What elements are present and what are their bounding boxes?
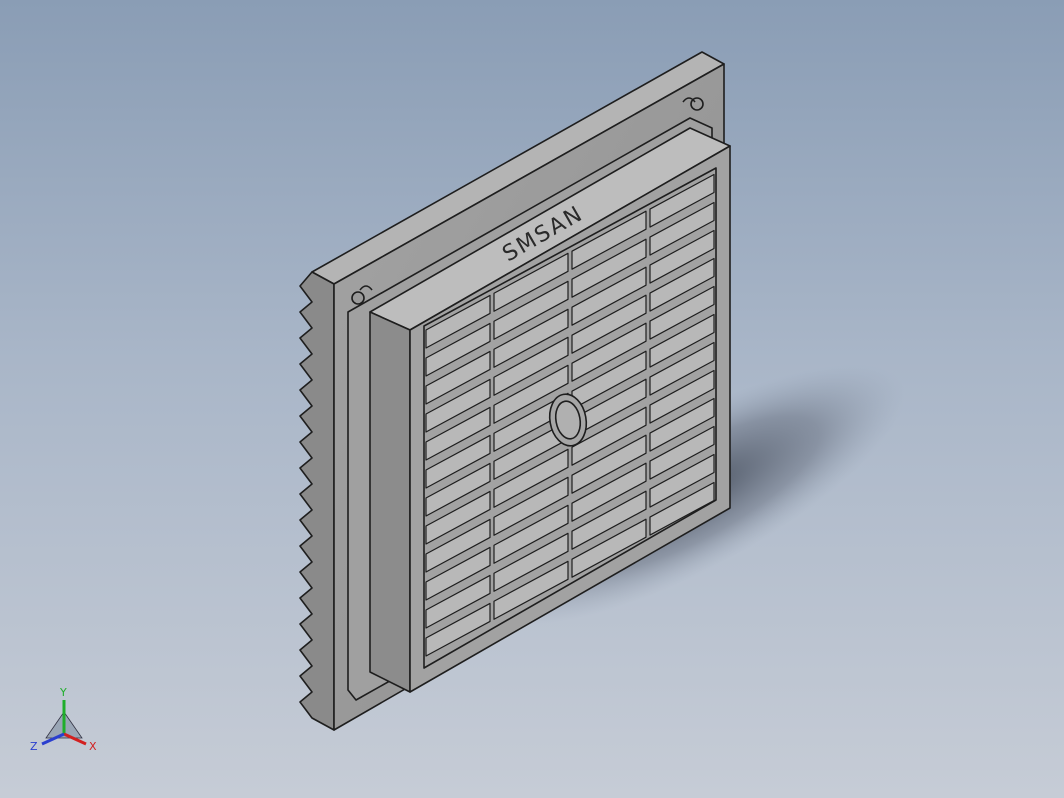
3d-viewport[interactable]: SMSAN Y X Z [0, 0, 1064, 798]
grille-side-face [369, 311, 411, 693]
triad-x-label: X [89, 740, 97, 753]
back-plate-side-face [299, 271, 335, 731]
triad-y-label: Y [59, 686, 67, 699]
fan-filter-grille-model[interactable]: SMSAN [299, 51, 731, 731]
orientation-triad[interactable]: Y X Z [30, 686, 97, 753]
triad-z-label: Z [30, 740, 38, 753]
